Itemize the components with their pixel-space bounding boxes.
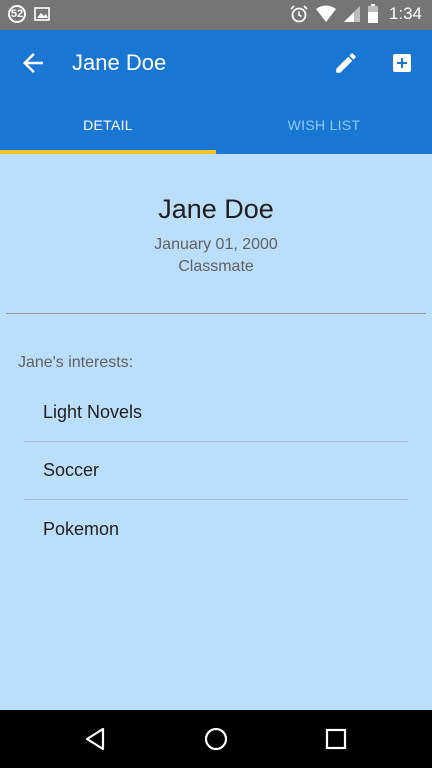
tab-bar: DETAIL WISH LIST <box>0 96 432 154</box>
section-divider <box>6 313 426 314</box>
pencil-icon[interactable] <box>333 50 359 76</box>
nav-home-icon[interactable] <box>203 726 229 752</box>
battery-icon <box>367 4 378 23</box>
app-bar: Jane Doe <box>0 30 432 96</box>
nav-recents-icon[interactable] <box>323 726 349 752</box>
wifi-icon <box>315 5 336 22</box>
tab-wish-list[interactable]: WISH LIST <box>216 96 432 154</box>
notification-count-badge: 52 <box>8 5 26 23</box>
interest-item[interactable]: Light Novels <box>24 384 408 442</box>
alarm-icon <box>290 5 308 23</box>
image-notification-icon <box>34 7 50 21</box>
page-title: Jane Doe <box>72 50 167 75</box>
status-bar: 52 1:34 <box>0 0 432 30</box>
system-nav-bar <box>0 710 432 768</box>
tab-detail[interactable]: DETAIL <box>0 96 216 154</box>
interest-item[interactable]: Soccer <box>24 442 408 500</box>
detail-content: Jane Doe January 01, 2000 Classmate Jane… <box>0 154 432 710</box>
profile-birthday: January 01, 2000 <box>154 236 278 253</box>
clock-time: 1:34 <box>388 4 422 23</box>
nav-back-icon[interactable] <box>83 726 109 752</box>
interests-list: Light Novels Soccer Pokemon <box>24 384 408 558</box>
profile-relation: Classmate <box>178 258 254 275</box>
interest-item[interactable]: Pokemon <box>24 500 408 558</box>
cell-signal-icon <box>343 6 360 22</box>
arrow-back-icon[interactable] <box>18 48 48 78</box>
interests-heading: Jane's interests: <box>18 354 134 371</box>
add-box-icon[interactable] <box>390 51 414 75</box>
profile-name: Jane Doe <box>158 194 274 224</box>
